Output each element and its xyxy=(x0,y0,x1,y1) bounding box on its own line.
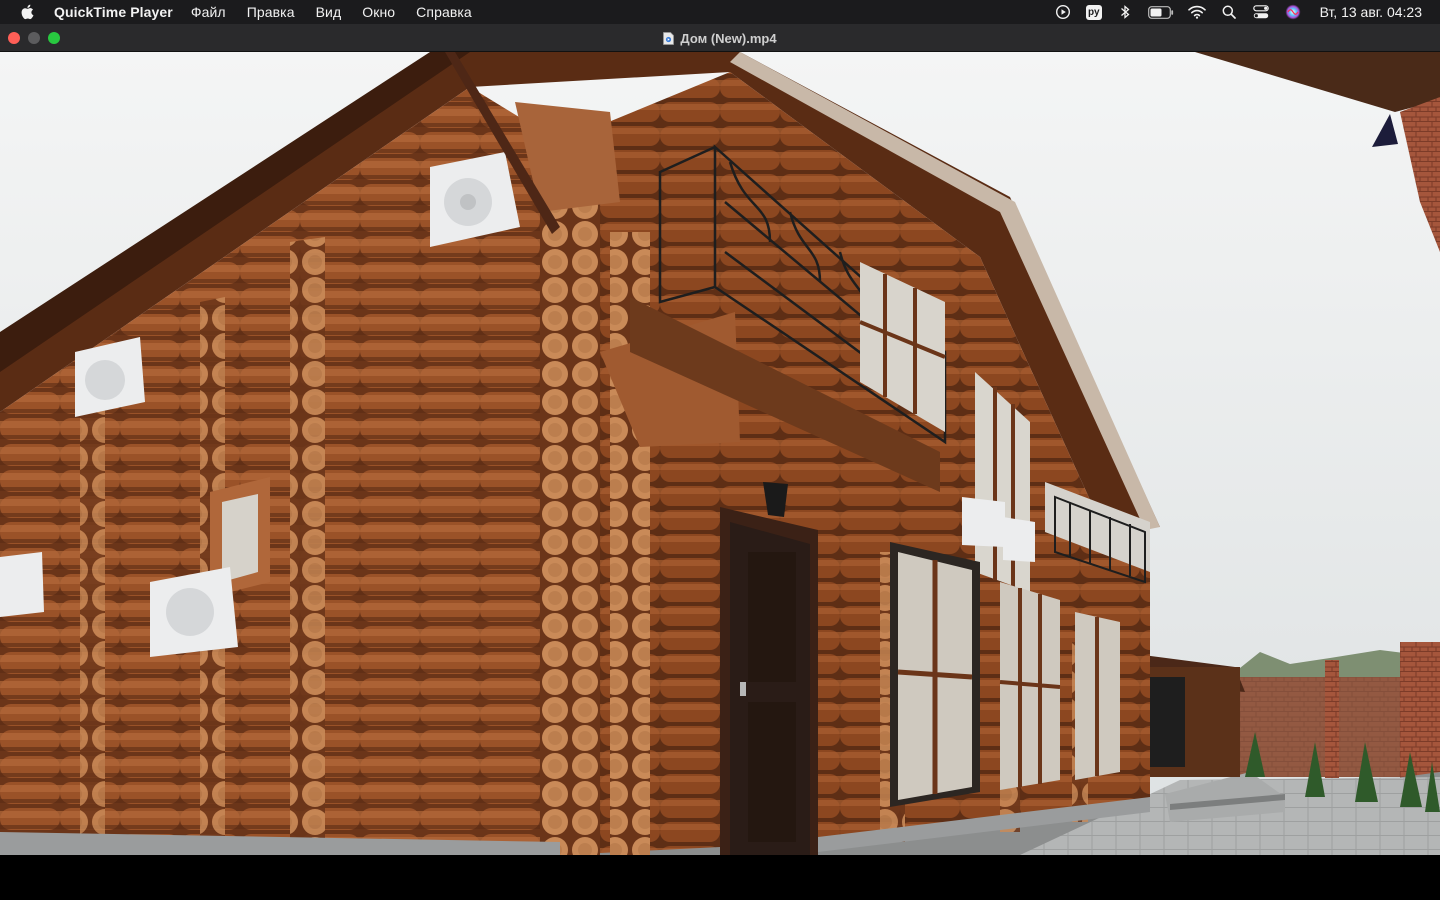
control-center-icon[interactable] xyxy=(1252,3,1270,21)
menu-window[interactable]: Окно xyxy=(362,4,395,20)
apple-menu-icon[interactable] xyxy=(18,3,36,21)
menu-help[interactable]: Справка xyxy=(416,4,472,20)
battery-icon[interactable] xyxy=(1147,3,1174,21)
input-source-badge[interactable]: ру xyxy=(1086,4,1102,20)
window-title-text: Дом (New).mp4 xyxy=(680,30,777,46)
wifi-icon[interactable] xyxy=(1187,3,1206,21)
menu-edit[interactable]: Правка xyxy=(247,4,295,20)
menu-file[interactable]: Файл xyxy=(191,4,226,20)
app-menu[interactable]: QuickTime Player xyxy=(54,4,173,20)
spotlight-search-icon[interactable] xyxy=(1220,3,1238,21)
video-player-area[interactable] xyxy=(0,52,1440,855)
bluetooth-icon[interactable] xyxy=(1116,3,1134,21)
menu-view[interactable]: Вид xyxy=(316,4,342,20)
status-area: ру Вт, 13 авг. 04:23 xyxy=(1054,0,1440,24)
menu-clock[interactable]: Вт, 13 авг. 04:23 xyxy=(1320,4,1422,20)
video-frame xyxy=(0,52,1440,855)
screen-recording-icon[interactable] xyxy=(1054,3,1072,21)
video-document-icon xyxy=(663,31,675,45)
window-title-bar[interactable]: Дом (New).mp4 xyxy=(0,24,1440,52)
siri-icon[interactable] xyxy=(1284,3,1302,21)
window-title: Дом (New).mp4 xyxy=(0,24,1440,52)
menu-bar: QuickTime Player Файл Правка Вид Окно Сп… xyxy=(0,0,1440,24)
letterbox-bottom xyxy=(0,855,1440,900)
